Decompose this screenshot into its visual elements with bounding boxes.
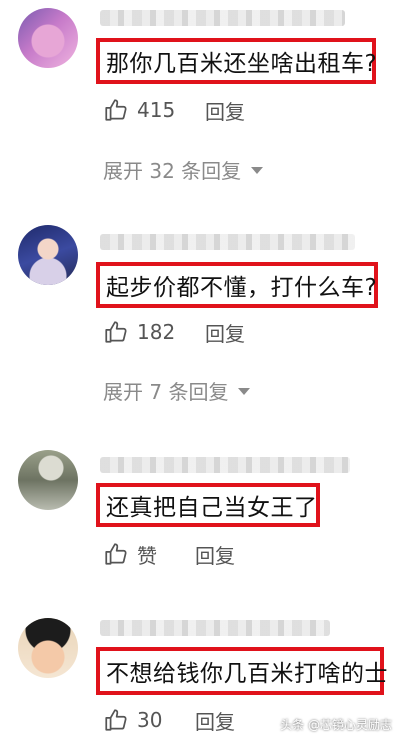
username-blurred <box>100 10 345 26</box>
expand-replies-label: 展开 32 条回复 <box>103 158 242 183</box>
thumbs-up-icon[interactable] <box>103 541 129 567</box>
comment-actions: 415 回复 <box>103 95 245 125</box>
comment-actions: 30 回复 <box>103 705 235 735</box>
comment-text-highlight: 不想给钱你几百米打啥的士 <box>96 647 388 695</box>
like-button-label[interactable]: 赞 <box>137 540 167 569</box>
comment-item: 那你几百米还坐啥出租车? 415 回复 展开 32 条回复 <box>0 0 400 200</box>
avatar[interactable] <box>18 450 78 510</box>
username-blurred <box>100 457 350 473</box>
comment-text-highlight: 还真把自己当女王了 <box>96 483 320 527</box>
like-count: 415 <box>137 98 176 122</box>
reply-button[interactable]: 回复 <box>205 96 245 125</box>
comment-item: 还真把自己当女王了 赞 回复 <box>0 445 400 590</box>
reply-button[interactable]: 回复 <box>205 318 245 347</box>
comment-text-highlight: 那你几百米还坐啥出租车? <box>96 38 378 84</box>
username-blurred <box>100 620 330 636</box>
thumbs-up-icon[interactable] <box>103 97 129 123</box>
comment-actions: 182 回复 <box>103 317 245 347</box>
comment-text: 不想给钱你几百米打啥的士 <box>106 661 388 687</box>
expand-replies-label: 展开 7 条回复 <box>103 379 229 404</box>
like-count: 182 <box>137 320 176 344</box>
reply-button[interactable]: 回复 <box>195 706 235 735</box>
comment-item: 起步价都不懂，打什么车? 182 回复 展开 7 条回复 <box>0 210 400 425</box>
caret-down-icon <box>251 167 264 174</box>
expand-replies-button[interactable]: 展开 7 条回复 <box>103 376 251 404</box>
avatar[interactable] <box>18 618 78 678</box>
avatar[interactable] <box>18 8 78 68</box>
comment-actions: 赞 回复 <box>103 539 235 569</box>
avatar[interactable] <box>18 225 78 285</box>
caret-down-icon <box>238 388 251 395</box>
thumbs-up-icon[interactable] <box>103 319 129 345</box>
watermark: 头条 @芯镜心灵励志 <box>280 718 392 732</box>
thumbs-up-icon[interactable] <box>103 707 129 733</box>
comment-text: 起步价都不懂，打什么车? <box>106 275 378 301</box>
like-count: 30 <box>137 708 163 732</box>
reply-button[interactable]: 回复 <box>195 540 235 569</box>
comment-text-highlight: 起步价都不懂，打什么车? <box>96 262 378 308</box>
username-blurred <box>100 234 355 250</box>
expand-replies-button[interactable]: 展开 32 条回复 <box>103 155 264 183</box>
comment-text: 那你几百米还坐啥出租车? <box>106 51 378 77</box>
comment-text: 还真把自己当女王了 <box>106 495 318 521</box>
